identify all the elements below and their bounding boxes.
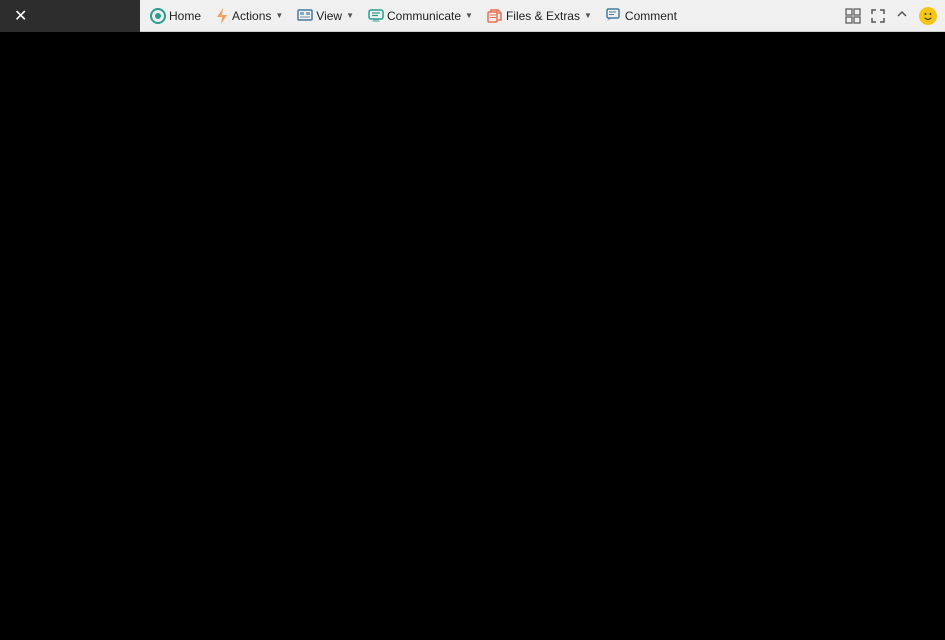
comment-button[interactable]: Comment [600,5,683,26]
close-area: ✕ [0,0,140,32]
emoji-button[interactable] [915,4,941,28]
files-extras-label: Files & Extras [506,9,580,23]
files-extras-button[interactable]: Files & Extras ▼ [481,5,598,26]
home-icon [150,8,166,24]
home-button[interactable]: Home [144,5,207,27]
files-extras-chevron: ▼ [584,11,592,20]
view-label: View [316,9,342,23]
comment-icon [606,8,622,23]
close-button[interactable]: ✕ [8,4,33,28]
communicate-button[interactable]: Communicate ▼ [362,6,479,26]
communicate-label: Communicate [387,9,461,23]
collapse-button[interactable] [891,6,913,26]
files-icon [487,8,503,23]
view-button[interactable]: View ▼ [291,6,360,26]
actions-button[interactable]: Actions ▼ [209,5,289,27]
communicate-icon [368,9,384,23]
right-toolbar-buttons [841,4,941,28]
main-content [0,32,945,640]
bolt-icon [215,8,229,24]
expand-button[interactable] [867,6,889,26]
comment-label: Comment [625,9,677,23]
toolbar: Home Actions ▼ View ▼ [140,0,945,32]
communicate-chevron: ▼ [465,11,473,20]
view-icon [297,9,313,23]
actions-chevron: ▼ [275,11,283,20]
home-label: Home [169,9,201,23]
view-chevron: ▼ [346,11,354,20]
actions-label: Actions [232,9,271,23]
grid-view-button[interactable] [841,5,865,27]
smiley-icon [919,7,937,25]
